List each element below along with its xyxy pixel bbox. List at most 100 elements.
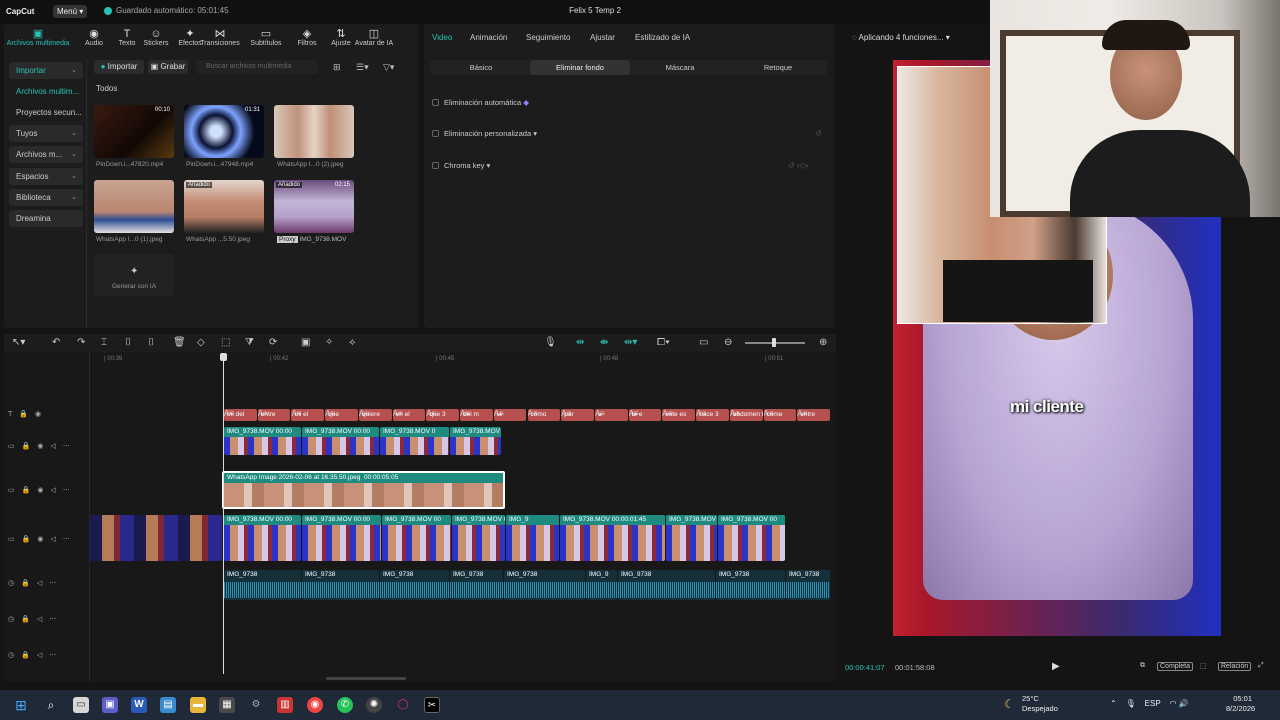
text-clip[interactable]: A≡ cómo (527, 409, 561, 421)
tab-animation[interactable]: Animación (470, 33, 507, 42)
selected-image-clip[interactable]: WhatsApp Image 2026-02-06 at 16.35.50.jp… (222, 471, 505, 509)
photos-icon[interactable]: ▤ (160, 697, 176, 713)
undo-icon[interactable]: ↶ (52, 337, 60, 348)
track-controls-audio2[interactable]: ◷🔒◁⋯ (8, 615, 63, 623)
option-chroma-key[interactable]: Chroma key ▾ (432, 161, 490, 170)
sidebar-item-2[interactable]: Proyectos secun... (9, 104, 83, 121)
video-clip[interactable]: IMG_9738.MOV 00 (718, 515, 785, 561)
sidebar-item-6[interactable]: Biblioteca ⌄ (9, 189, 83, 206)
ratio-button[interactable]: Relación (1218, 662, 1252, 671)
mic-icon[interactable]: 🎙 (544, 337, 557, 348)
split-left-icon[interactable]: ⌷ (125, 337, 131, 348)
audio-clip[interactable]: IMG_9738 (618, 570, 715, 600)
checkbox[interactable] (432, 130, 439, 137)
sidebar-item-3[interactable]: Tuyos ⌄ (9, 125, 83, 142)
play-button[interactable]: ▶ (1052, 661, 1060, 672)
video-clip[interactable]: IMG_9738.MOV 00:00 (224, 427, 301, 455)
text-clip[interactable]: A≡ la (493, 409, 527, 421)
subtab-basic[interactable]: Básico (441, 60, 521, 75)
tool-transitions[interactable]: ⋈ Transiciones (200, 28, 240, 47)
text-clip[interactable]: A≡ mi del (224, 409, 257, 421)
sidebar-item-4[interactable]: Archivos m... ⌄ (9, 146, 83, 163)
media-thumb[interactable]: Añadido 02:15 (274, 180, 354, 233)
audio-clip[interactable]: IMG_9738 (504, 570, 585, 600)
sort-icon[interactable]: ☰▾ (356, 62, 369, 73)
track-controls-image[interactable]: ▭🔒◉◁⋯ (8, 486, 77, 494)
media-thumb[interactable] (94, 180, 174, 233)
text-clip[interactable]: A≡ te e (628, 409, 662, 421)
system-tray[interactable]: ⌃ 🎙 ESP ◠ 🔊 (1110, 699, 1189, 708)
audio-clip[interactable]: IMG_9738 (380, 570, 449, 600)
select-tool-icon[interactable]: ↖▾ (12, 337, 25, 348)
expand-icon[interactable]: ⤢ (1258, 662, 1264, 670)
media-thumb[interactable]: 00:10 (94, 105, 174, 158)
timeline-scrollbar[interactable] (326, 677, 406, 680)
sidebar-item-0[interactable]: Importar ⌄ (9, 62, 83, 79)
preview-axis-icon[interactable]: ⧠▾ (657, 337, 670, 348)
video-clip[interactable]: IMG_9738.MOV 00:00 (224, 515, 301, 561)
text-clip[interactable]: A≡ quiere (358, 409, 392, 421)
checkbox[interactable] (432, 99, 439, 106)
caption-icon[interactable]: ▭ (699, 337, 708, 348)
text-clip[interactable]: A≡ par (561, 409, 594, 421)
file-explorer-icon[interactable]: ▬ (190, 697, 206, 713)
chrome-icon[interactable]: ◉ (307, 697, 323, 713)
subtab-mask[interactable]: Máscara (640, 60, 720, 75)
zoom-out-icon[interactable]: ⊖ (724, 337, 732, 348)
subtab-remove-bg[interactable]: Eliminar fondo (530, 60, 630, 75)
text-clip[interactable]: A≡ este es (662, 409, 696, 421)
grid-view-icon[interactable]: ⊞ (333, 62, 341, 73)
media-thumb[interactable] (274, 105, 354, 158)
playhead-handle[interactable] (220, 353, 227, 361)
taskbar-clock[interactable]: 05:01 8/2/2026 (1226, 694, 1255, 714)
video-clip[interactable]: IMG_9738.MOV 00:00:01:45 (560, 515, 665, 561)
app-icon-3[interactable]: ◯ (395, 697, 411, 713)
app-icon[interactable]: ▥ (277, 697, 293, 713)
menu-button[interactable]: Menú ▾ (53, 5, 87, 18)
record-button[interactable]: ▣ Grabar (148, 60, 188, 74)
text-clip[interactable]: A≡ hace 3 (696, 409, 729, 421)
teams-icon[interactable]: ▣ (102, 697, 118, 713)
reset-icon[interactable]: ↺ (815, 129, 822, 138)
fullscreen-frame-icon[interactable]: ⧉ (1140, 662, 1145, 670)
text-clip[interactable]: A≡ abdomen te (729, 409, 763, 421)
link-icon[interactable]: ⇹ (576, 337, 584, 348)
split-right-icon[interactable]: ⌷ (148, 337, 154, 348)
import-button[interactable]: ● Importar (94, 60, 144, 74)
track-controls-main[interactable]: ▭🔒◉◁⋯ (8, 535, 77, 543)
tab-video[interactable]: Video (432, 33, 452, 42)
video-clip[interactable]: IMG_9738.MOV (450, 427, 501, 455)
subtab-retouch[interactable]: Retoque (738, 60, 818, 75)
rotate-icon[interactable]: ⟳ (269, 337, 277, 348)
text-clip[interactable]: A≡ del m (460, 409, 493, 421)
track-controls-overlay[interactable]: ▭🔒◉◁⋯ (8, 442, 77, 450)
sidebar-item-5[interactable]: Espacios ⌄ (9, 168, 83, 185)
crop-clip-icon[interactable]: ⬚ (221, 337, 230, 348)
video-clip[interactable]: IMG_9738.MOV 00:00 (452, 515, 505, 561)
capcut-icon[interactable]: ✂ (424, 697, 440, 713)
text-clip[interactable]: A≡ en el (392, 409, 426, 421)
marker-icon[interactable]: ◇ (197, 337, 205, 348)
auto-reframe-icon[interactable]: ⟡ (349, 337, 356, 348)
track-controls-audio3[interactable]: ◷🔒◁⋯ (8, 651, 63, 659)
text-clip[interactable]: A≡ entre (797, 409, 830, 421)
crop-icon[interactable]: ⬚ (1200, 662, 1207, 670)
media-thumb[interactable]: 01:31 (184, 105, 264, 158)
audio-clip[interactable]: IMG_9738 (716, 570, 785, 600)
text-clip[interactable]: A≡ a (594, 409, 628, 421)
audio-clip[interactable]: IMG_9738 (450, 570, 503, 600)
zoom-in-icon[interactable]: ⊕ (819, 337, 827, 348)
track-controls-audio[interactable]: ◷🔒◁⋯ (8, 579, 63, 587)
text-clip[interactable]: A≡ que (325, 409, 358, 421)
tab-adjust[interactable]: Ajustar (590, 33, 615, 42)
video-clip[interactable]: IMG_9738.MOV 00 (382, 515, 451, 561)
freeze-icon[interactable]: ▣ (301, 337, 310, 348)
search-input[interactable]: Buscar archivos multimedia (196, 60, 318, 74)
magnet-icon[interactable]: ⇼ (600, 337, 608, 348)
audio-clip[interactable]: IMG_9 (586, 570, 617, 600)
audio-clip[interactable]: IMG_9738 (224, 570, 301, 600)
audio-clip[interactable]: IMG_9738 (302, 570, 379, 600)
checkbox[interactable] (432, 162, 439, 169)
track-controls-text[interactable]: T🔒◉ (8, 410, 48, 418)
full-quality-button[interactable]: Completa (1157, 662, 1193, 671)
